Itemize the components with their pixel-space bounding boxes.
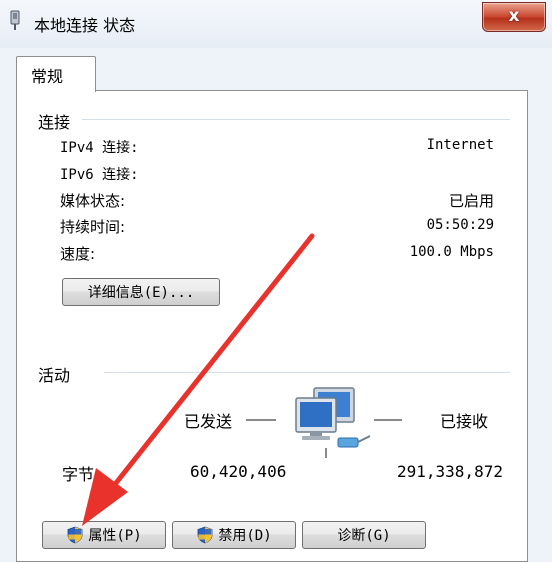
- received-label: 已接收: [440, 412, 489, 431]
- close-button[interactable]: x: [482, 2, 546, 32]
- activity-divider: [104, 372, 510, 373]
- media-state-value: 已启用: [448, 192, 494, 210]
- connection-divider: [82, 119, 510, 120]
- close-icon: x: [508, 6, 520, 26]
- bytes-received-value: 291,338,872: [397, 462, 503, 481]
- uac-shield-icon: [197, 526, 213, 544]
- ipv4-label: IPv4 连接:: [60, 140, 139, 156]
- ipv6-label: IPv6 连接:: [60, 167, 139, 183]
- network-adapter-icon: [10, 10, 20, 30]
- diagnose-button-label: 诊断(G): [337, 528, 391, 544]
- general-panel: [16, 90, 528, 562]
- disable-button[interactable]: 禁用(D): [172, 521, 296, 549]
- connection-section-label: 连接: [38, 113, 71, 132]
- details-button[interactable]: 详细信息(E)...: [62, 278, 220, 306]
- activity-section-label: 活动: [38, 366, 71, 385]
- media-state-label: 媒体状态:: [60, 192, 126, 210]
- window-title: 本地连接 状态: [34, 16, 136, 35]
- properties-button[interactable]: 属性(P): [42, 521, 166, 549]
- details-button-label: 详细信息(E)...: [87, 285, 195, 301]
- network-computers-icon: [295, 387, 371, 458]
- diagnose-button[interactable]: 诊断(G): [302, 521, 426, 549]
- properties-button-label: 属性(P): [88, 528, 142, 544]
- ipv4-value: Internet: [426, 137, 494, 153]
- duration-label: 持续时间:: [60, 218, 126, 236]
- tab-label: 常规: [31, 67, 64, 86]
- speed-value: 100.0 Mbps: [409, 244, 494, 260]
- disable-button-label: 禁用(D): [218, 528, 272, 544]
- sent-dash: [246, 419, 276, 421]
- uac-shield-icon: [67, 526, 83, 544]
- bytes-sent-value: 60,420,406: [190, 462, 287, 481]
- tab-general[interactable]: 常规: [16, 56, 96, 92]
- bytes-label: 字节:: [62, 465, 100, 484]
- received-dash: [374, 419, 402, 421]
- speed-label: 速度:: [60, 245, 96, 263]
- sent-label: 已发送: [184, 412, 233, 431]
- title-bar[interactable]: 本地连接 状态 x: [0, 0, 552, 48]
- duration-value: 05:50:29: [426, 217, 494, 233]
